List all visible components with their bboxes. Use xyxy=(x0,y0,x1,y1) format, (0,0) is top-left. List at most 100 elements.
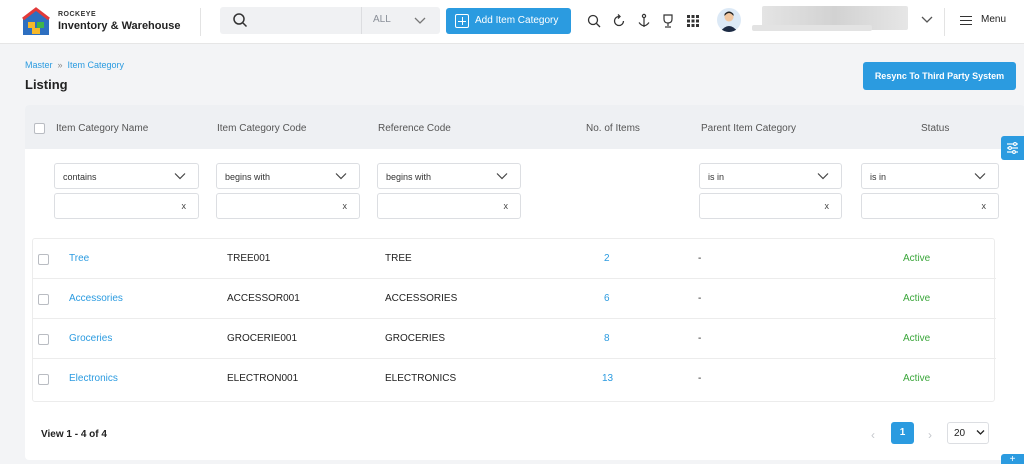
category-name-link[interactable]: Electronics xyxy=(69,373,118,384)
name-filter-input[interactable]: x xyxy=(54,193,199,219)
current-page-button[interactable]: 1 xyxy=(891,422,914,444)
column-header-code[interactable]: Item Category Code xyxy=(217,123,307,134)
sliders-icon xyxy=(1007,142,1018,154)
search-scope[interactable]: ALL xyxy=(373,14,391,25)
page-size-value: 20 xyxy=(954,428,966,439)
search-divider xyxy=(361,7,362,34)
add-item-category-button[interactable]: Add Item Category xyxy=(446,8,571,34)
column-header-reference[interactable]: Reference Code xyxy=(378,123,451,134)
column-header-parent[interactable]: Parent Item Category xyxy=(701,123,796,134)
parent-category: - xyxy=(698,333,702,344)
category-code: ACCESSOR001 xyxy=(227,293,300,304)
category-name-link[interactable]: Accessories xyxy=(69,293,123,304)
row-checkbox[interactable] xyxy=(38,294,49,305)
clear-filter-icon[interactable]: x xyxy=(982,201,987,211)
chevron-down-icon xyxy=(335,173,347,180)
table-row[interactable]: Groceries GROCERIE001 GROCERIES 8 - Acti… xyxy=(33,319,996,359)
brand-small: ROCKEYE xyxy=(58,11,97,18)
table-row[interactable]: Electronics ELECTRON001 ELECTRONICS 13 -… xyxy=(33,359,996,399)
chevron-down-icon xyxy=(496,173,508,180)
category-code: GROCERIE001 xyxy=(227,333,298,344)
select-all-checkbox[interactable] xyxy=(34,123,45,134)
column-header-items[interactable]: No. of Items xyxy=(586,123,640,134)
plus-icon xyxy=(455,14,469,28)
clear-filter-icon[interactable]: x xyxy=(343,201,348,211)
page-size-select[interactable]: 20 xyxy=(947,422,989,444)
global-search[interactable]: ALL xyxy=(220,7,440,34)
parent-category: - xyxy=(698,293,702,304)
refresh-icon[interactable] xyxy=(611,13,627,29)
category-name-link[interactable]: Tree xyxy=(69,253,89,264)
reference-code: ELECTRONICS xyxy=(385,373,457,384)
reference-code: GROCERIES xyxy=(385,333,446,344)
listing-card: Item Category Name Item Category Code Re… xyxy=(25,105,1024,460)
chevron-down-icon xyxy=(817,173,829,180)
hamburger-icon xyxy=(960,16,972,28)
code-filter-operator[interactable]: begins with xyxy=(216,163,360,189)
category-code: ELECTRON001 xyxy=(227,373,299,384)
table-header: Item Category Name Item Category Code Re… xyxy=(25,105,1024,149)
user-icon xyxy=(720,11,738,32)
row-checkbox[interactable] xyxy=(38,374,49,385)
brand-name: Inventory & Warehouse xyxy=(58,20,181,32)
reference-code: ACCESSORIES xyxy=(385,293,458,304)
name-filter-operator-value: contains xyxy=(63,172,97,182)
category-name-link[interactable]: Groceries xyxy=(69,333,112,344)
add-widget-button[interactable]: + xyxy=(1001,454,1024,464)
reference-filter-operator[interactable]: begins with xyxy=(377,163,521,189)
reference-code: TREE xyxy=(385,253,412,264)
clear-filter-icon[interactable]: x xyxy=(504,201,509,211)
user-subtitle-redacted xyxy=(752,25,872,31)
add-item-category-label: Add Item Category xyxy=(475,15,559,26)
status-filter-input[interactable]: x xyxy=(861,193,999,219)
breadcrumb-separator: » xyxy=(57,60,63,70)
table-row[interactable]: Tree TREE001 TREE 2 - Active xyxy=(33,239,996,279)
breadcrumb-item-category[interactable]: Item Category xyxy=(68,60,125,70)
reference-filter-input[interactable]: x xyxy=(377,193,521,219)
record-count: View 1 - 4 of 4 xyxy=(41,429,107,440)
item-count-link[interactable]: 13 xyxy=(602,373,613,384)
user-avatar[interactable] xyxy=(717,8,741,32)
trophy-icon[interactable] xyxy=(660,13,676,29)
apps-grid-icon[interactable] xyxy=(685,13,701,29)
top-header: ROCKEYE Inventory & Warehouse ALL Add It… xyxy=(0,0,1024,44)
parent-filter-operator[interactable]: is in xyxy=(699,163,842,189)
code-filter-operator-value: begins with xyxy=(225,172,271,182)
clear-filter-icon[interactable]: x xyxy=(825,201,830,211)
item-count-link[interactable]: 2 xyxy=(604,253,610,264)
table-body: Tree TREE001 TREE 2 - Active Accessories… xyxy=(32,238,996,402)
name-filter-operator[interactable]: contains xyxy=(54,163,199,189)
resync-button[interactable]: Resync To Third Party System xyxy=(863,62,1016,90)
chevron-down-icon xyxy=(974,173,986,180)
clear-filter-icon[interactable]: x xyxy=(182,201,187,211)
row-checkbox[interactable] xyxy=(38,334,49,345)
item-count-link[interactable]: 6 xyxy=(604,293,610,304)
app-logo[interactable] xyxy=(20,6,52,38)
table-row[interactable]: Accessories ACCESSOR001 ACCESSORIES 6 - … xyxy=(33,279,996,319)
row-checkbox[interactable] xyxy=(38,254,49,265)
next-page-button[interactable]: › xyxy=(928,428,932,442)
parent-filter-operator-value: is in xyxy=(708,172,725,182)
status-filter-operator-value: is in xyxy=(870,172,887,182)
item-count-link[interactable]: 8 xyxy=(604,333,610,344)
column-header-status[interactable]: Status xyxy=(921,123,949,134)
chevron-down-icon xyxy=(174,173,186,180)
code-filter-input[interactable]: x xyxy=(216,193,360,219)
anchor-icon[interactable] xyxy=(636,13,652,29)
search-icon xyxy=(233,13,248,28)
breadcrumb-master[interactable]: Master xyxy=(25,60,53,70)
search-icon[interactable] xyxy=(586,13,602,29)
filter-settings-button[interactable] xyxy=(1001,136,1024,160)
status-badge: Active xyxy=(903,373,931,384)
breadcrumb: Master » Item Category xyxy=(25,60,124,70)
status-badge: Active xyxy=(903,253,931,264)
page-title: Listing xyxy=(25,77,68,92)
status-filter-operator[interactable]: is in xyxy=(861,163,999,189)
previous-page-button[interactable]: ‹ xyxy=(871,428,875,442)
chevron-down-icon xyxy=(976,430,985,435)
column-header-name[interactable]: Item Category Name xyxy=(56,123,148,134)
chevron-down-icon[interactable] xyxy=(413,15,427,25)
parent-filter-input[interactable]: x xyxy=(699,193,842,219)
category-code: TREE001 xyxy=(227,253,271,264)
chevron-down-icon[interactable] xyxy=(920,14,934,24)
